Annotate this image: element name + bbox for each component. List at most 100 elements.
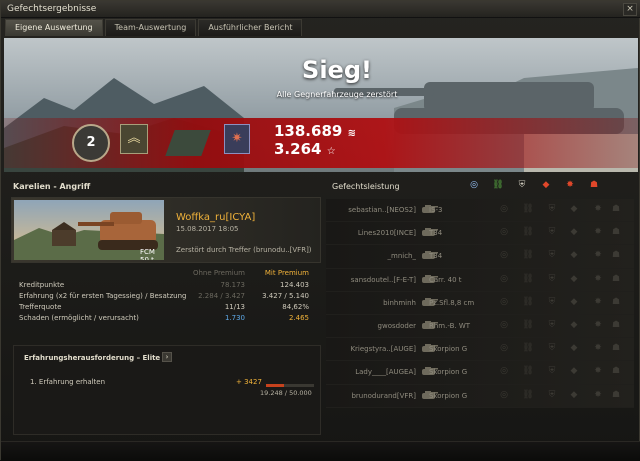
performance-rows: sebastian..[NEOS2] IS-3 ◎ ⛓ ⛨ ◆ ✸ ☗ Lines2010[IN… bbox=[326, 199, 634, 408]
assist-icon: ⛓ bbox=[522, 366, 534, 377]
tank-name: FCM 50 t bbox=[140, 248, 155, 260]
performance-row[interactable]: _mnich_ T34 ◎ ⛓ ⛨ ◆ ✸ ☗ bbox=[326, 245, 634, 269]
stat-value-standard: 78.173 bbox=[220, 281, 246, 289]
enemy-tank-name: Pz.Sfl.8,8 cm bbox=[429, 298, 475, 307]
spotted-icon: ◎ bbox=[500, 204, 508, 214]
challenge-expand-button[interactable]: › bbox=[162, 352, 172, 362]
window-title: Gefechtsergebnisse bbox=[7, 4, 97, 14]
challenge-progress-fill bbox=[266, 384, 285, 387]
spotted-icon: ◎ bbox=[500, 343, 508, 354]
performance-row[interactable]: gwosdoder Rhm.-B. WT ◎ ⛓ ⛨ ◆ ✸ ☗ bbox=[326, 314, 634, 339]
damage-icon: ✸ bbox=[594, 227, 602, 238]
kill-icon: ☗ bbox=[611, 319, 621, 330]
experience-challenge-panel: Erfahrungsherausforderung – Elite › 1. E… bbox=[13, 345, 321, 435]
credits-earned: 138.689 ≋ bbox=[274, 122, 356, 140]
enemy-player-name: gwosdoder bbox=[377, 321, 416, 330]
spotted-icon: ◎ bbox=[500, 366, 508, 377]
enemy-player-name: Kriegstyra..[AUGE] bbox=[350, 345, 416, 354]
kill-icon: ☗ bbox=[611, 366, 621, 377]
challenge-xp-gain: + 3427 bbox=[236, 378, 262, 386]
battle-performance-panel: Gefechtsleistung ◎ ⛓ ⛨ ◆ ✸ ☗ sebastian..… bbox=[326, 177, 634, 435]
kill-icon: ☗ bbox=[611, 273, 621, 284]
tab-bar: Eigene Auswertung Team-Auswertung Ausfüh… bbox=[5, 19, 303, 36]
enemy-player-name: brunodurand[VFR] bbox=[351, 391, 416, 400]
bottom-bar bbox=[1, 441, 640, 461]
performance-row[interactable]: Lady____[AUGEA] Skorpion G ◎ ⛓ ⛨ ◆ ✸ ☗ bbox=[326, 361, 634, 385]
blocked-icon: ⛨ bbox=[548, 366, 556, 377]
damage-icon: ✸ bbox=[594, 366, 602, 377]
performance-header-icons: ◎ ⛓ ⛨ ◆ ✸ ☗ bbox=[466, 180, 634, 194]
stat-label: Schaden (ermöglicht / verursacht) bbox=[19, 314, 139, 322]
stat-value-premium: 3.427 / 5.140 bbox=[262, 292, 309, 300]
kill-icon: ☗ bbox=[611, 343, 621, 354]
spotted-icon: ◎ bbox=[470, 180, 478, 190]
challenge-progress-bar bbox=[266, 384, 314, 387]
crit-icon: ◆ bbox=[570, 343, 578, 354]
player-card: FCM 50 t Woffka_ru[ICYA] 15.08.2017 18:0… bbox=[11, 197, 321, 263]
crit-icon: ◆ bbox=[570, 296, 578, 307]
stat-value-premium: 124.403 bbox=[280, 281, 309, 289]
stat-value-standard: 11/13 bbox=[224, 303, 245, 311]
enemy-tank-name: T34 bbox=[429, 252, 443, 261]
crit-icon: ◆ bbox=[570, 366, 578, 377]
performance-row[interactable]: sansdoutel..[F-E-T] Carr. 40 t ◎ ⛓ ⛨ ◆ ✸ ☗ bbox=[326, 268, 634, 292]
crit-icon: ◆ bbox=[570, 250, 578, 261]
enemy-tank-name: Skorpion G bbox=[429, 391, 468, 400]
stats-row-hit-ratio: Trefferquote 11/13 84,62% bbox=[17, 303, 313, 314]
class-medal-icon: ✷ bbox=[224, 124, 250, 154]
credits-icon: ≋ bbox=[347, 128, 356, 139]
challenge-title: Erfahrungsherausforderung – Elite bbox=[24, 354, 161, 362]
performance-row[interactable]: binhminh Pz.Sfl.8,8 cm ◎ ⛓ ⛨ ◆ ✸ ☗ bbox=[326, 291, 634, 315]
enemy-player-name: Lady____[AUGEA] bbox=[355, 368, 416, 377]
assist-icon: ⛓ bbox=[492, 180, 504, 190]
stat-label: Trefferquote bbox=[19, 303, 62, 311]
stat-value-standard: 2.284 / 3.427 bbox=[198, 292, 245, 300]
performance-row[interactable]: sebastian..[NEOS2] IS-3 ◎ ⛓ ⛨ ◆ ✸ ☗ bbox=[326, 199, 634, 223]
tab-detailed-report[interactable]: Ausführlicher Bericht bbox=[198, 19, 303, 36]
xp-star-icon: ☆ bbox=[326, 146, 336, 157]
damage-icon: ✸ bbox=[594, 273, 602, 284]
damage-icon: ✸ bbox=[594, 343, 602, 354]
column-with-premium: Mit Premium bbox=[264, 269, 309, 277]
enemy-player-name: sansdoutel..[F-E-T] bbox=[350, 275, 416, 284]
blocked-icon: ⛨ bbox=[548, 343, 556, 354]
assist-icon: ⛓ bbox=[522, 389, 534, 400]
assist-icon: ⛓ bbox=[522, 343, 534, 354]
assist-icon: ⛓ bbox=[522, 227, 534, 238]
kill-icon: ☗ bbox=[611, 296, 621, 307]
crit-icon: ◆ bbox=[570, 273, 578, 284]
tab-team-evaluation[interactable]: Team-Auswertung bbox=[104, 19, 197, 36]
assist-icon: ⛓ bbox=[522, 296, 534, 307]
close-button[interactable]: × bbox=[623, 3, 637, 16]
blocked-icon: ⛨ bbox=[518, 180, 526, 190]
spotted-icon: ◎ bbox=[500, 319, 508, 330]
result-title: Sieg! bbox=[302, 56, 372, 84]
damage-icon: ✸ bbox=[594, 319, 602, 330]
spotted-icon: ◎ bbox=[500, 296, 508, 307]
performance-row[interactable]: Lines2010[INCE] T34 ◎ ⛓ ⛨ ◆ ✸ ☗ bbox=[326, 222, 634, 246]
performance-row[interactable]: brunodurand[VFR] Skorpion G ◎ ⛓ ⛨ ◆ ✸ ☗ bbox=[326, 384, 634, 408]
blocked-icon: ⛨ bbox=[548, 319, 556, 330]
enemy-tank-name: Carr. 40 t bbox=[429, 275, 462, 284]
spotted-icon: ◎ bbox=[500, 389, 508, 400]
own-evaluation-panel: Karelien - Angriff FCM 50 t Woffka_ru[IC… bbox=[11, 177, 323, 435]
spotted-icon: ◎ bbox=[500, 227, 508, 238]
blocked-icon: ⛨ bbox=[548, 389, 556, 400]
blocked-icon: ⛨ bbox=[548, 296, 556, 307]
tab-own-evaluation[interactable]: Eigene Auswertung bbox=[5, 19, 103, 36]
enemy-tank-name: T34 bbox=[429, 229, 443, 238]
tank-image: FCM 50 t bbox=[14, 200, 164, 260]
assist-icon: ⛓ bbox=[522, 319, 534, 330]
damage-icon: ✸ bbox=[594, 296, 602, 307]
stats-row-damage: Schaden (ermöglicht / verursacht) 1.730 … bbox=[17, 314, 313, 325]
kill-icon: ☗ bbox=[589, 180, 599, 190]
player-name[interactable]: Woffka_ru[ICYA] bbox=[176, 212, 255, 223]
damage-dealt-value: 2.465 bbox=[288, 314, 309, 322]
damage-icon: ✸ bbox=[594, 250, 602, 261]
assist-icon: ⛓ bbox=[522, 250, 534, 261]
crit-icon: ◆ bbox=[570, 319, 578, 330]
title-bar: Gefechtsergebnisse × bbox=[1, 1, 640, 18]
rank-laurel-icon: 2 bbox=[72, 124, 110, 162]
damage-icon: ✸ bbox=[594, 389, 602, 400]
performance-row[interactable]: Kriegstyra..[AUGE] Skorpion G ◎ ⛓ ⛨ ◆ ✸ ☗ bbox=[326, 338, 634, 362]
